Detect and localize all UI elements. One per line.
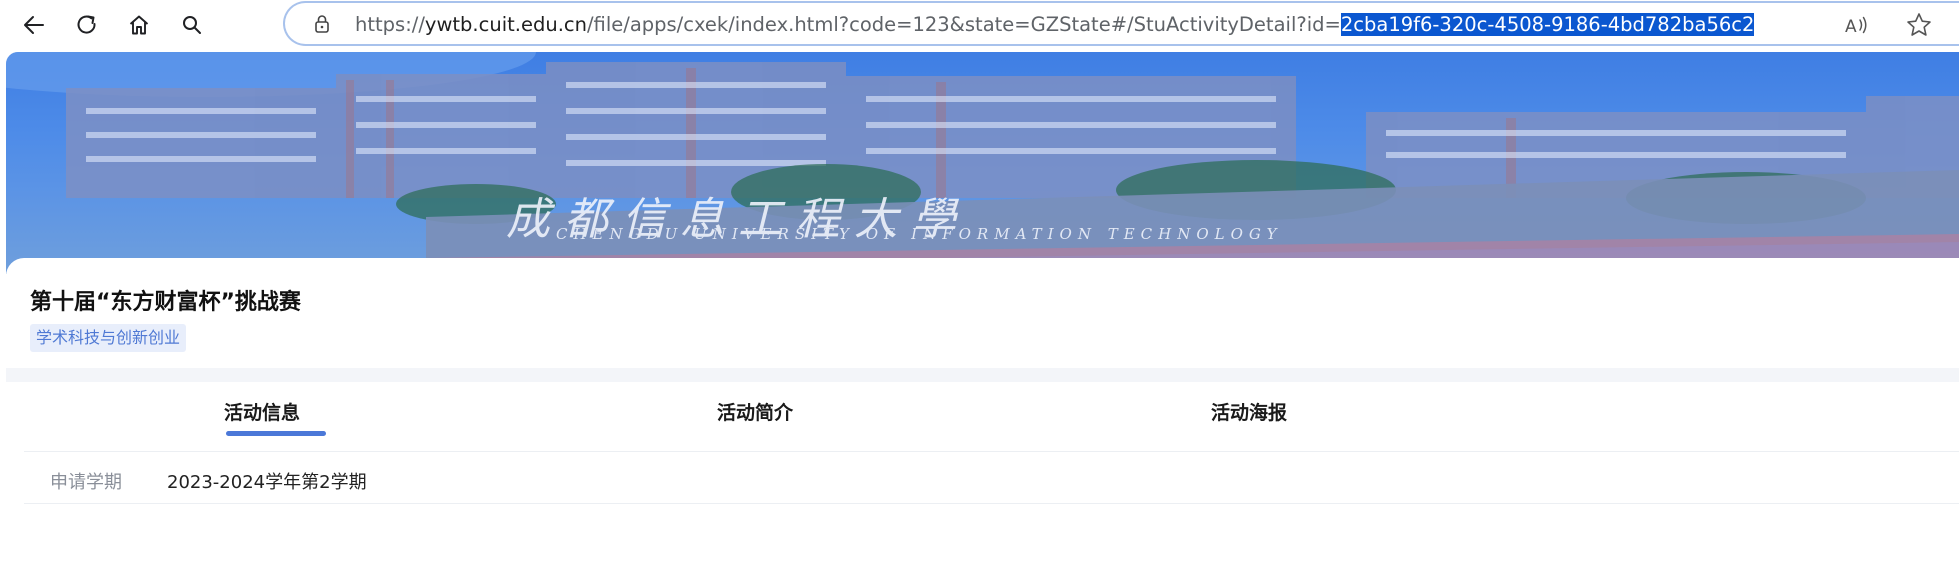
read-aloud-icon[interactable]: A [1842,11,1872,39]
search-icon [180,13,204,37]
campus-photo-illustration: 成 都 信 息 工 程 大 學 CHENGDU UNIVERSITY OF IN… [6,52,1959,274]
url-path: /file/apps/cxek/index.html?code=123&stat… [586,13,1341,36]
tab-activity-intro[interactable]: 活动简介 [717,398,793,425]
semester-value: 2023-2024学年第2学期 [167,472,367,493]
url-selected-id: 2cba19f6-320c-4508-9186-4bd782ba56c2 [1340,13,1755,36]
tab-bar: 活动信息 活动简介 活动海报 [24,382,1959,452]
search-button[interactable] [172,5,212,45]
star-icon[interactable] [1904,11,1934,39]
url-text[interactable]: https://ywtb.cuit.edu.cn/file/apps/cxek/… [355,13,1755,37]
campus-banner: 成 都 信 息 工 程 大 學 CHENGDU UNIVERSITY OF IN… [6,52,1959,274]
back-arrow-icon [22,13,46,37]
info-row-semester: 申请学期 2023-2024学年第2学期 [24,452,1959,504]
banner-school-name-en: CHENGDU UNIVERSITY OF INFORMATION TECHNO… [556,225,1283,243]
category-tag: 学术科技与创新创业 [30,324,187,352]
address-bar[interactable]: https://ywtb.cuit.edu.cn/file/apps/cxek/… [283,1,1959,46]
page-title: 第十届“东方财富杯”挑战赛 [30,290,301,315]
refresh-icon [75,13,99,37]
page-content: 成 都 信 息 工 程 大 學 CHENGDU UNIVERSITY OF IN… [6,52,1959,584]
browser-toolbar: https://ywtb.cuit.edu.cn/file/apps/cxek/… [0,0,1959,50]
home-button[interactable] [119,5,159,45]
tab-activity-poster[interactable]: 活动海报 [1211,398,1287,425]
active-tab-indicator [226,431,326,436]
home-icon [127,13,151,37]
tab-activity-info[interactable]: 活动信息 [224,398,300,425]
url-prefix: https:// [355,13,425,36]
lock-icon[interactable] [311,13,333,35]
activity-detail-sheet: 第十届“东方财富杯”挑战赛 学术科技与创新创业 活动信息 活动简介 活动海报 申… [6,258,1959,584]
url-domain: ywtb.cuit.edu.cn [424,13,587,36]
semester-label: 申请学期 [50,472,122,493]
svg-text:A: A [1845,17,1857,37]
refresh-button[interactable] [67,5,107,45]
back-button[interactable] [14,5,54,45]
section-divider [6,368,1959,382]
